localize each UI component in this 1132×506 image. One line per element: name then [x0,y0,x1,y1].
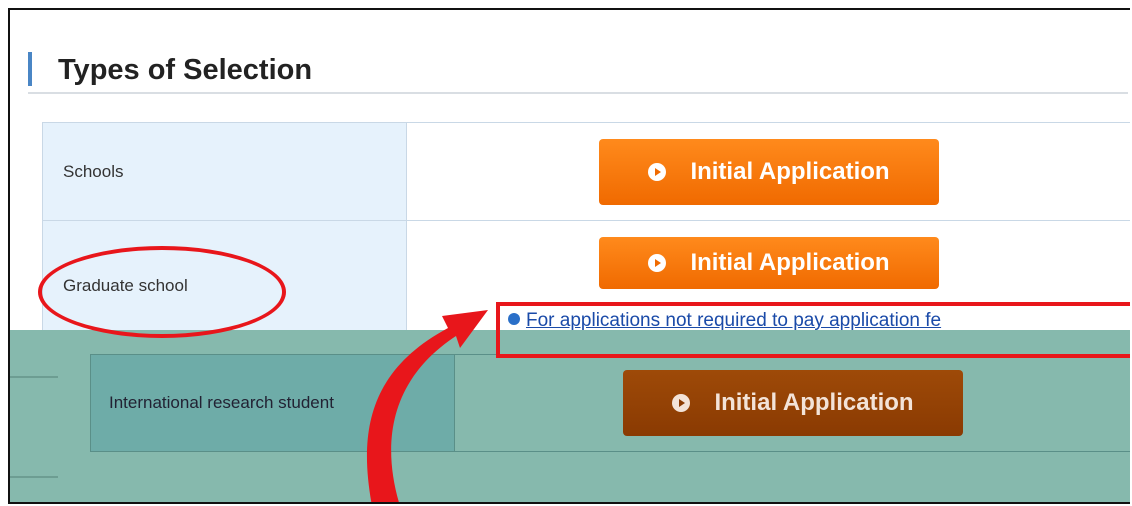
curved-arrow-icon [367,310,488,502]
screenshot-frame: Types of Selection Schools Initial Appli… [8,8,1130,504]
